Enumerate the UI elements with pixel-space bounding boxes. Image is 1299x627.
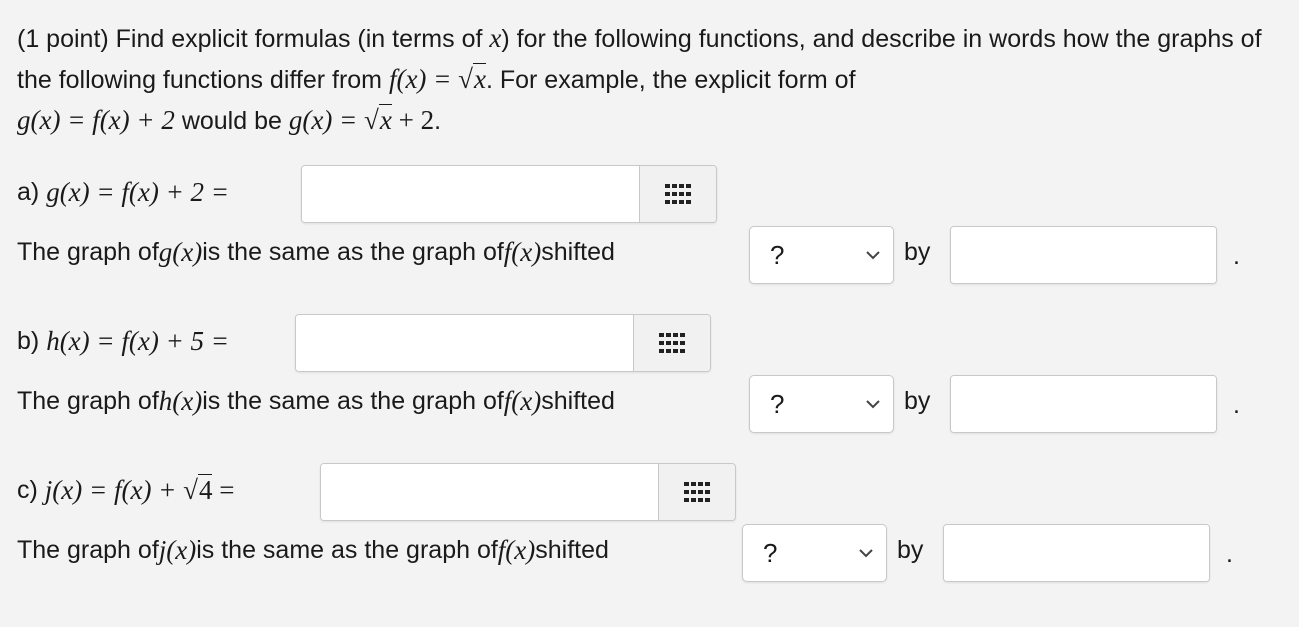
intro-text-3: . For example, the explicit form of — [485, 66, 856, 94]
example-g-explicit: g(x) = — [288, 105, 365, 135]
select-value: ? — [763, 537, 778, 568]
part-a-formula-answer — [301, 165, 717, 223]
part-b-sentence: The graph of h(x) is the same as the gra… — [17, 381, 615, 421]
example-g: g(x) = f(x) + 2 — [17, 105, 175, 135]
select-value: ? — [770, 239, 785, 270]
period: . — [1233, 391, 1240, 419]
part-b-fref: f(x) — [503, 386, 542, 416]
intro-text: (1 point) Find explicit formulas (in ter… — [17, 25, 490, 53]
part-c-fref: f(x) — [497, 535, 536, 565]
part-b-formula: b) h(x) = f(x) + 5 = — [17, 321, 229, 361]
chevron-down-icon — [866, 251, 880, 260]
part-b-amount-answer — [950, 375, 1217, 433]
part-a-amount-input[interactable] — [951, 227, 1216, 283]
part-b-formula-input[interactable] — [296, 315, 633, 371]
part-b-label: b) — [17, 327, 40, 355]
by-label: by — [904, 387, 931, 415]
part-c-formula-answer — [320, 463, 736, 521]
part-b-keypad-button[interactable] — [633, 315, 710, 371]
chevron-down-icon — [859, 549, 873, 558]
example-tail: + 2 — [391, 105, 435, 135]
sentence-text: The graph of — [17, 387, 159, 415]
period: . — [1226, 540, 1233, 568]
sentence-text: is the same as the graph of — [196, 536, 498, 564]
part-b-fn: h(x) — [158, 386, 203, 416]
intro-period: . — [434, 107, 442, 135]
example-sqrt-x: x — [379, 105, 392, 135]
part-a-label: a) — [17, 178, 40, 206]
part-b-equation: h(x) = f(x) + 5 = — [46, 326, 230, 356]
part-a-formula: a) g(x) = f(x) + 2 = — [17, 172, 229, 212]
part-c-formula: c) j(x) = f(x) + √4 = — [17, 470, 234, 510]
period: . — [1233, 242, 1240, 270]
part-a-formula-input[interactable] — [302, 166, 639, 222]
sentence-text: shifted — [541, 387, 615, 415]
part-a-direction-select[interactable]: ? — [749, 226, 894, 284]
part-b-amount-input[interactable] — [951, 376, 1216, 432]
part-c-sentence: The graph of j(x) is the same as the gra… — [17, 530, 609, 570]
sentence-text: The graph of — [17, 238, 159, 266]
part-b-direction-select[interactable]: ? — [749, 375, 894, 433]
keypad-icon — [659, 333, 685, 353]
variable-x: x — [489, 23, 502, 53]
part-c-label: c) — [17, 476, 38, 504]
sentence-text: is the same as the graph of — [202, 387, 504, 415]
part-c-fn: j(x) — [158, 535, 197, 565]
by-label: by — [897, 536, 924, 564]
sentence-text: is the same as the graph of — [202, 238, 504, 266]
part-c-formula-input[interactable] — [321, 464, 658, 520]
sentence-text: The graph of — [17, 536, 159, 564]
part-a-fref: f(x) — [503, 237, 542, 267]
part-a-sentence: The graph of g(x) is the same as the gra… — [17, 232, 615, 272]
part-a-keypad-button[interactable] — [639, 166, 716, 222]
part-c-amount-answer — [943, 524, 1210, 582]
by-label: by — [904, 238, 931, 266]
keypad-icon — [665, 184, 691, 204]
part-a-amount-answer — [950, 226, 1217, 284]
sqrt-x: x — [473, 64, 486, 94]
chevron-down-icon — [866, 400, 880, 409]
part-a-fn: g(x) — [158, 237, 203, 267]
part-c-radicand: 4 — [197, 474, 213, 505]
keypad-icon — [684, 482, 710, 502]
select-value: ? — [770, 388, 785, 419]
sentence-text: shifted — [541, 238, 615, 266]
sentence-text: shifted — [535, 536, 609, 564]
fx-definition: f(x) = — [388, 64, 459, 94]
part-c-direction-select[interactable]: ? — [742, 524, 887, 582]
part-a-equation: g(x) = f(x) + 2 = — [46, 177, 230, 207]
part-c-keypad-button[interactable] — [658, 464, 735, 520]
part-c-amount-input[interactable] — [944, 525, 1209, 581]
problem-statement: (1 point) Find explicit formulas (in ter… — [17, 23, 1262, 135]
part-c-equals: = — [212, 475, 235, 505]
part-b-formula-answer — [295, 314, 711, 372]
intro-text-4: would be — [174, 107, 289, 135]
part-c-equation: j(x) = f(x) + — [44, 475, 184, 505]
